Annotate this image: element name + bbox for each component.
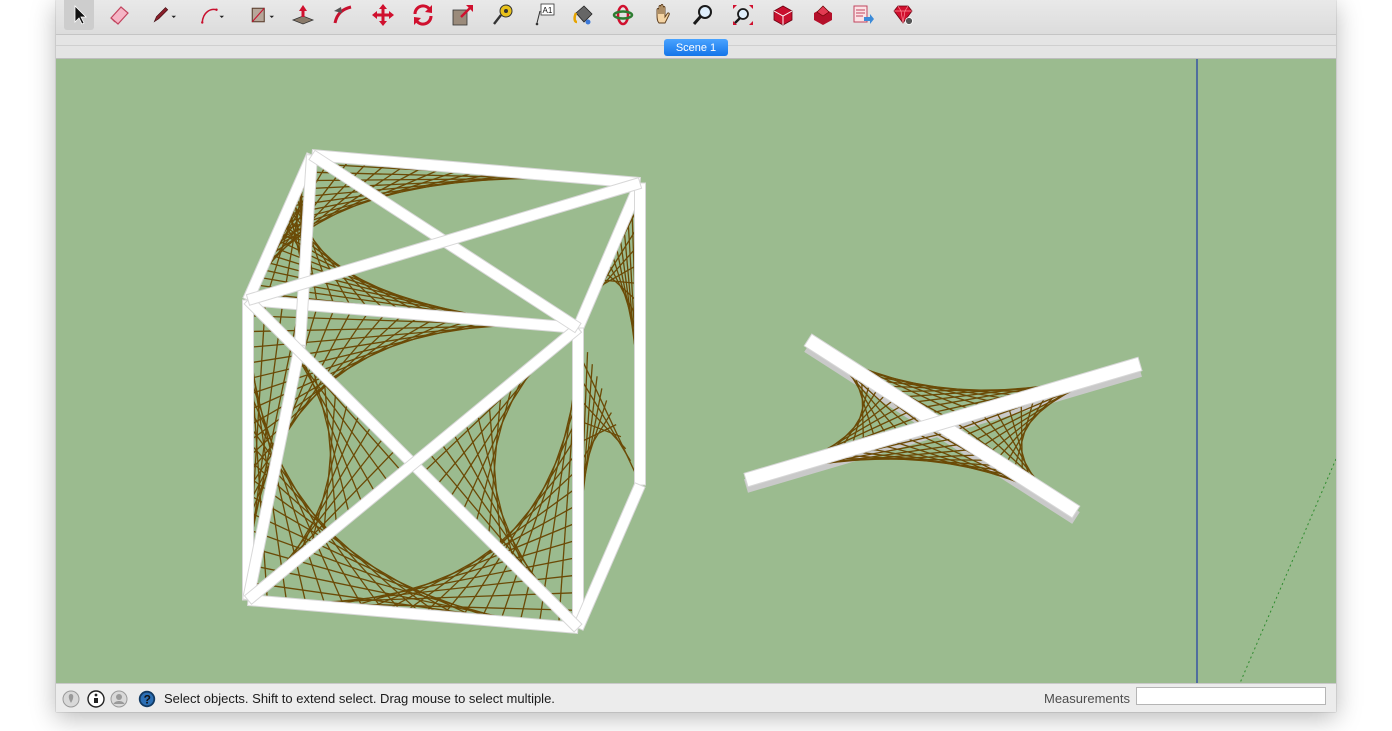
extension-warehouse-tool-button[interactable] <box>808 0 838 30</box>
paint-bucket-tool-button[interactable] <box>568 0 598 30</box>
zoom-extents-tool-button[interactable] <box>728 0 758 30</box>
paint-bucket-icon <box>573 5 593 25</box>
rectangle-icon <box>251 7 274 23</box>
status-message: Select objects. Shift to extend select. … <box>164 691 555 706</box>
send-to-layout-icon <box>853 5 874 24</box>
rotate-icon <box>413 4 433 26</box>
extension-warehouse-icon <box>814 5 832 25</box>
scale-icon <box>452 5 473 26</box>
arc-icon <box>201 8 224 24</box>
string-line <box>289 172 525 207</box>
pan-tool-button[interactable] <box>648 0 678 30</box>
string-line <box>577 350 636 474</box>
scene-tabs-bar: Scene 1 <box>56 35 1336 59</box>
move-tool-button[interactable] <box>368 0 398 30</box>
text-tool-button[interactable]: A1 <box>528 0 558 30</box>
3d-warehouse-icon <box>773 5 793 26</box>
pencil-tool-button[interactable] <box>144 0 184 30</box>
zoom-extents-icon <box>733 5 753 25</box>
rotate-tool-button[interactable] <box>408 0 438 30</box>
follow-me-tool-button[interactable] <box>328 0 358 30</box>
eraser-tool-button[interactable] <box>104 0 134 30</box>
string-art-cube-model[interactable] <box>242 148 646 635</box>
follow-me-icon <box>333 5 352 24</box>
push-pull-tool-button[interactable] <box>288 0 318 30</box>
green-axis-line <box>1239 458 1336 683</box>
send-to-layout-tool-button[interactable] <box>848 0 878 30</box>
string-art-cross-model[interactable] <box>743 333 1143 524</box>
scale-tool-button[interactable] <box>448 0 478 30</box>
tape-measure-tool-button[interactable] <box>488 0 518 30</box>
eraser-icon <box>110 6 129 25</box>
pencil-icon <box>153 7 176 23</box>
geo-location-icon[interactable] <box>62 690 80 708</box>
cube-frame-bar <box>572 327 584 629</box>
text-tool-label: A1 <box>543 6 553 15</box>
cube-frame-bar <box>246 593 580 635</box>
warehouse-tool-button[interactable] <box>768 0 798 30</box>
orbit-icon <box>612 4 634 26</box>
account-icon[interactable] <box>110 690 128 708</box>
status-bar: ? Select objects. Shift to extend select… <box>56 683 1336 712</box>
help-icon[interactable]: ? <box>138 690 156 708</box>
scene-tab[interactable]: Scene 1 <box>664 39 728 56</box>
svg-text:?: ? <box>144 693 151 707</box>
measurements-input[interactable] <box>1136 687 1326 705</box>
orbit-tool-button[interactable] <box>608 0 638 30</box>
cross-frame-bar <box>743 356 1143 488</box>
arc-tool-button[interactable] <box>192 0 232 30</box>
cube-frame-bar <box>634 182 646 486</box>
shapes-tool-button[interactable] <box>242 0 282 30</box>
tape-measure-icon <box>493 4 513 25</box>
arrow-cursor-icon <box>74 5 87 25</box>
zoom-tool-button[interactable] <box>688 0 718 30</box>
extension-manager-tool-button[interactable] <box>888 0 918 30</box>
push-pull-icon <box>291 5 315 25</box>
text-icon: A1 <box>535 3 555 26</box>
magnifier-icon <box>692 5 712 25</box>
ruby-gem-icon <box>893 5 913 25</box>
sketchup-window: A1 Scene 1 ? Select objects. Shift to ex… <box>56 0 1336 712</box>
credits-icon[interactable] <box>87 690 105 708</box>
hand-icon <box>656 4 670 24</box>
model-canvas <box>242 59 1336 683</box>
measurements-label: Measurements <box>1044 691 1130 706</box>
drawing-area[interactable] <box>56 59 1336 683</box>
select-tool-button[interactable] <box>64 0 94 30</box>
main-toolbar: A1 <box>56 0 1336 35</box>
move-icon <box>372 4 394 26</box>
